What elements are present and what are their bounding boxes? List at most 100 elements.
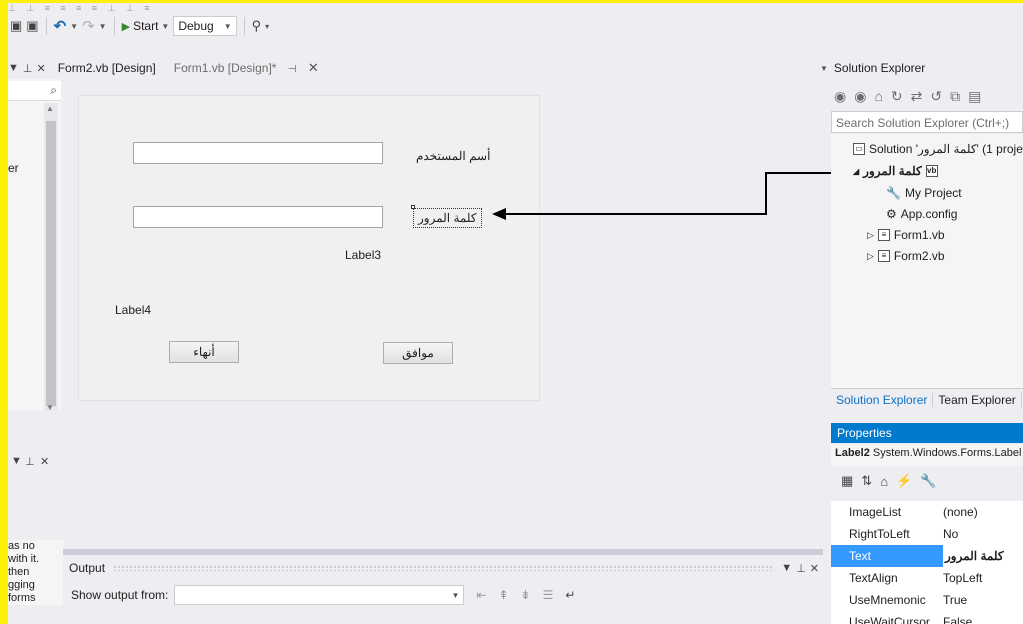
- back-icon[interactable]: ◉: [834, 88, 846, 105]
- resize-handle[interactable]: [411, 205, 415, 209]
- pending-changes-icon[interactable]: ↻: [891, 88, 903, 105]
- collapsed-arrow-icon[interactable]: ▷: [867, 230, 874, 241]
- property-row-selected[interactable]: Text كلمة المرور: [831, 545, 1023, 567]
- toolbox-search-input[interactable]: ⌕: [8, 81, 61, 101]
- password-textbox[interactable]: [133, 206, 383, 228]
- redo-icon[interactable]: ↷: [82, 17, 95, 35]
- tab-team-explorer[interactable]: Team Explorer: [933, 392, 1022, 407]
- categorized-icon[interactable]: ▦: [841, 473, 853, 489]
- toolbar-overflow-icon[interactable]: ▾: [265, 22, 269, 31]
- form-file-icon: ≡: [877, 250, 890, 262]
- property-value-input[interactable]: كلمة المرور: [943, 545, 1023, 567]
- save-icon[interactable]: ▣: [10, 18, 22, 34]
- pin-icon[interactable]: ⊥: [25, 455, 35, 468]
- chevron-down-icon[interactable]: ▼: [820, 64, 828, 73]
- output-source-select[interactable]: ▼: [174, 585, 465, 605]
- tree-node-form1[interactable]: ▷ ≡ Form1.vb: [867, 228, 945, 242]
- property-value[interactable]: TopLeft: [943, 571, 982, 585]
- property-value[interactable]: No: [943, 527, 958, 541]
- password-label[interactable]: كلمة المرور: [413, 208, 482, 228]
- pin-icon[interactable]: ⊥: [796, 562, 806, 575]
- property-row[interactable]: UseWaitCursor False: [831, 611, 1023, 624]
- undo-icon[interactable]: ↶: [54, 17, 67, 35]
- tree-node-form2[interactable]: ▷ ≡ Form2.vb: [867, 249, 945, 263]
- pin-icon[interactable]: ⊥: [23, 62, 33, 75]
- properties-object-select[interactable]: Label2 System.Windows.Forms.Label: [831, 444, 1023, 466]
- tree-node-label: Form2.vb: [893, 249, 945, 263]
- tab-solution-explorer[interactable]: Solution Explorer: [831, 392, 934, 407]
- scroll-up-icon[interactable]: ▲: [46, 104, 54, 113]
- chevron-down-icon[interactable]: ▼: [11, 455, 22, 467]
- label4[interactable]: Label4: [115, 303, 151, 317]
- close-icon[interactable]: ✕: [810, 562, 819, 575]
- ok-button[interactable]: موافق: [383, 342, 453, 364]
- output-panel-header: Output ▼ ⊥ ✕: [63, 558, 823, 578]
- properties-icon[interactable]: ▤: [968, 88, 981, 105]
- property-pages-icon[interactable]: 🔧: [920, 473, 936, 489]
- output-splitter[interactable]: [63, 549, 823, 555]
- property-row[interactable]: RightToLeft No: [831, 523, 1023, 545]
- property-name: ImageList: [849, 505, 902, 519]
- property-row[interactable]: UseMnemonic True: [831, 589, 1023, 611]
- collapse-all-icon[interactable]: ⧉: [950, 88, 960, 105]
- close-icon[interactable]: ✕: [40, 455, 49, 468]
- property-value[interactable]: True: [943, 593, 967, 607]
- scroll-down-icon[interactable]: ▼: [46, 403, 54, 412]
- properties-toolbar: ▦ ⇅ ⌂ ⚡ 🔧: [831, 469, 1023, 493]
- undo-dropdown-icon[interactable]: ▼: [70, 22, 78, 31]
- find-message-icon[interactable]: ⇤: [476, 588, 486, 602]
- solution-icon: ▭: [853, 143, 865, 155]
- property-value[interactable]: False: [943, 615, 972, 624]
- clear-all-icon[interactable]: ☰: [543, 588, 554, 602]
- label3[interactable]: Label3: [345, 248, 381, 262]
- exit-button[interactable]: أنهاء: [169, 341, 239, 363]
- tab-form1-design[interactable]: Form1.vb [Design]* ⊣ ✕: [166, 58, 329, 78]
- tree-node-solution[interactable]: ▭ Solution 'كلمة المرور' (1 project): [853, 142, 1023, 156]
- tree-node-project[interactable]: ◢ كلمة المرور vb: [853, 164, 938, 178]
- property-row[interactable]: ImageList (none): [831, 501, 1023, 523]
- object-type: System.Windows.Forms.Label: [872, 447, 1022, 459]
- chevron-down-icon[interactable]: ▼: [781, 562, 792, 574]
- solution-config-select[interactable]: Debug ▼: [173, 16, 237, 36]
- events-icon[interactable]: ⚡: [896, 473, 912, 489]
- username-label[interactable]: أسم المستخدم: [416, 149, 490, 163]
- toolbox-scrollbar[interactable]: [44, 103, 58, 411]
- next-message-icon[interactable]: ⇟: [521, 588, 531, 602]
- previous-message-icon[interactable]: ⇞: [498, 588, 508, 602]
- tab-form2-design[interactable]: Form2.vb [Design]: [50, 58, 166, 78]
- redo-dropdown-icon[interactable]: ▼: [99, 22, 107, 31]
- home-icon[interactable]: ⌂: [874, 88, 882, 104]
- start-label: Start: [133, 19, 159, 33]
- close-icon[interactable]: ✕: [308, 60, 319, 75]
- username-textbox[interactable]: [133, 142, 383, 164]
- tree-node-label: كلمة المرور: [863, 164, 922, 178]
- pin-icon[interactable]: ⊣: [288, 64, 297, 75]
- save-all-icon[interactable]: ▣: [26, 18, 38, 34]
- tree-node-app-config[interactable]: ⚙ App.config: [886, 207, 957, 221]
- chevron-down-icon[interactable]: ▼: [8, 62, 19, 74]
- property-value[interactable]: (none): [943, 505, 978, 519]
- word-wrap-icon[interactable]: ↵: [565, 588, 575, 602]
- scrollbar-thumb[interactable]: [46, 121, 56, 406]
- tab-form1-label: Form1.vb [Design]*: [173, 61, 277, 75]
- start-button[interactable]: ▶ Start ▼: [122, 19, 170, 33]
- property-row[interactable]: TextAlign TopLeft: [831, 567, 1023, 589]
- alphabetical-icon[interactable]: ⇅: [861, 473, 872, 489]
- collapsed-arrow-icon[interactable]: ▷: [867, 251, 874, 262]
- config-icon: ⚙: [886, 207, 897, 221]
- refresh-icon[interactable]: ↺: [930, 88, 942, 105]
- close-icon[interactable]: ✕: [36, 62, 45, 75]
- solution-explorer-search-input[interactable]: Search Solution Explorer (Ctrl+;): [831, 111, 1023, 133]
- solution-explorer-toolbar: ◉ ◉ ⌂ ↻ ⇄ ↺ ⧉ ▤: [834, 83, 1023, 109]
- toolbox-item-fragment[interactable]: er: [8, 161, 19, 175]
- form1-window[interactable]: أسم المستخدم كلمة المرور Label3 Label4 أ…: [78, 95, 540, 401]
- wrench-icon: 🔧: [886, 186, 901, 200]
- arrowhead-icon: [492, 208, 506, 220]
- properties-view-icon[interactable]: ⌂: [880, 474, 888, 489]
- find-in-files-icon[interactable]: ⚲: [252, 18, 262, 34]
- tree-node-my-project[interactable]: 🔧 My Project: [886, 186, 962, 200]
- property-name: RightToLeft: [849, 527, 910, 541]
- sync-icon[interactable]: ⇄: [911, 88, 923, 105]
- forward-icon[interactable]: ◉: [854, 88, 866, 105]
- grip[interactable]: [113, 565, 774, 571]
